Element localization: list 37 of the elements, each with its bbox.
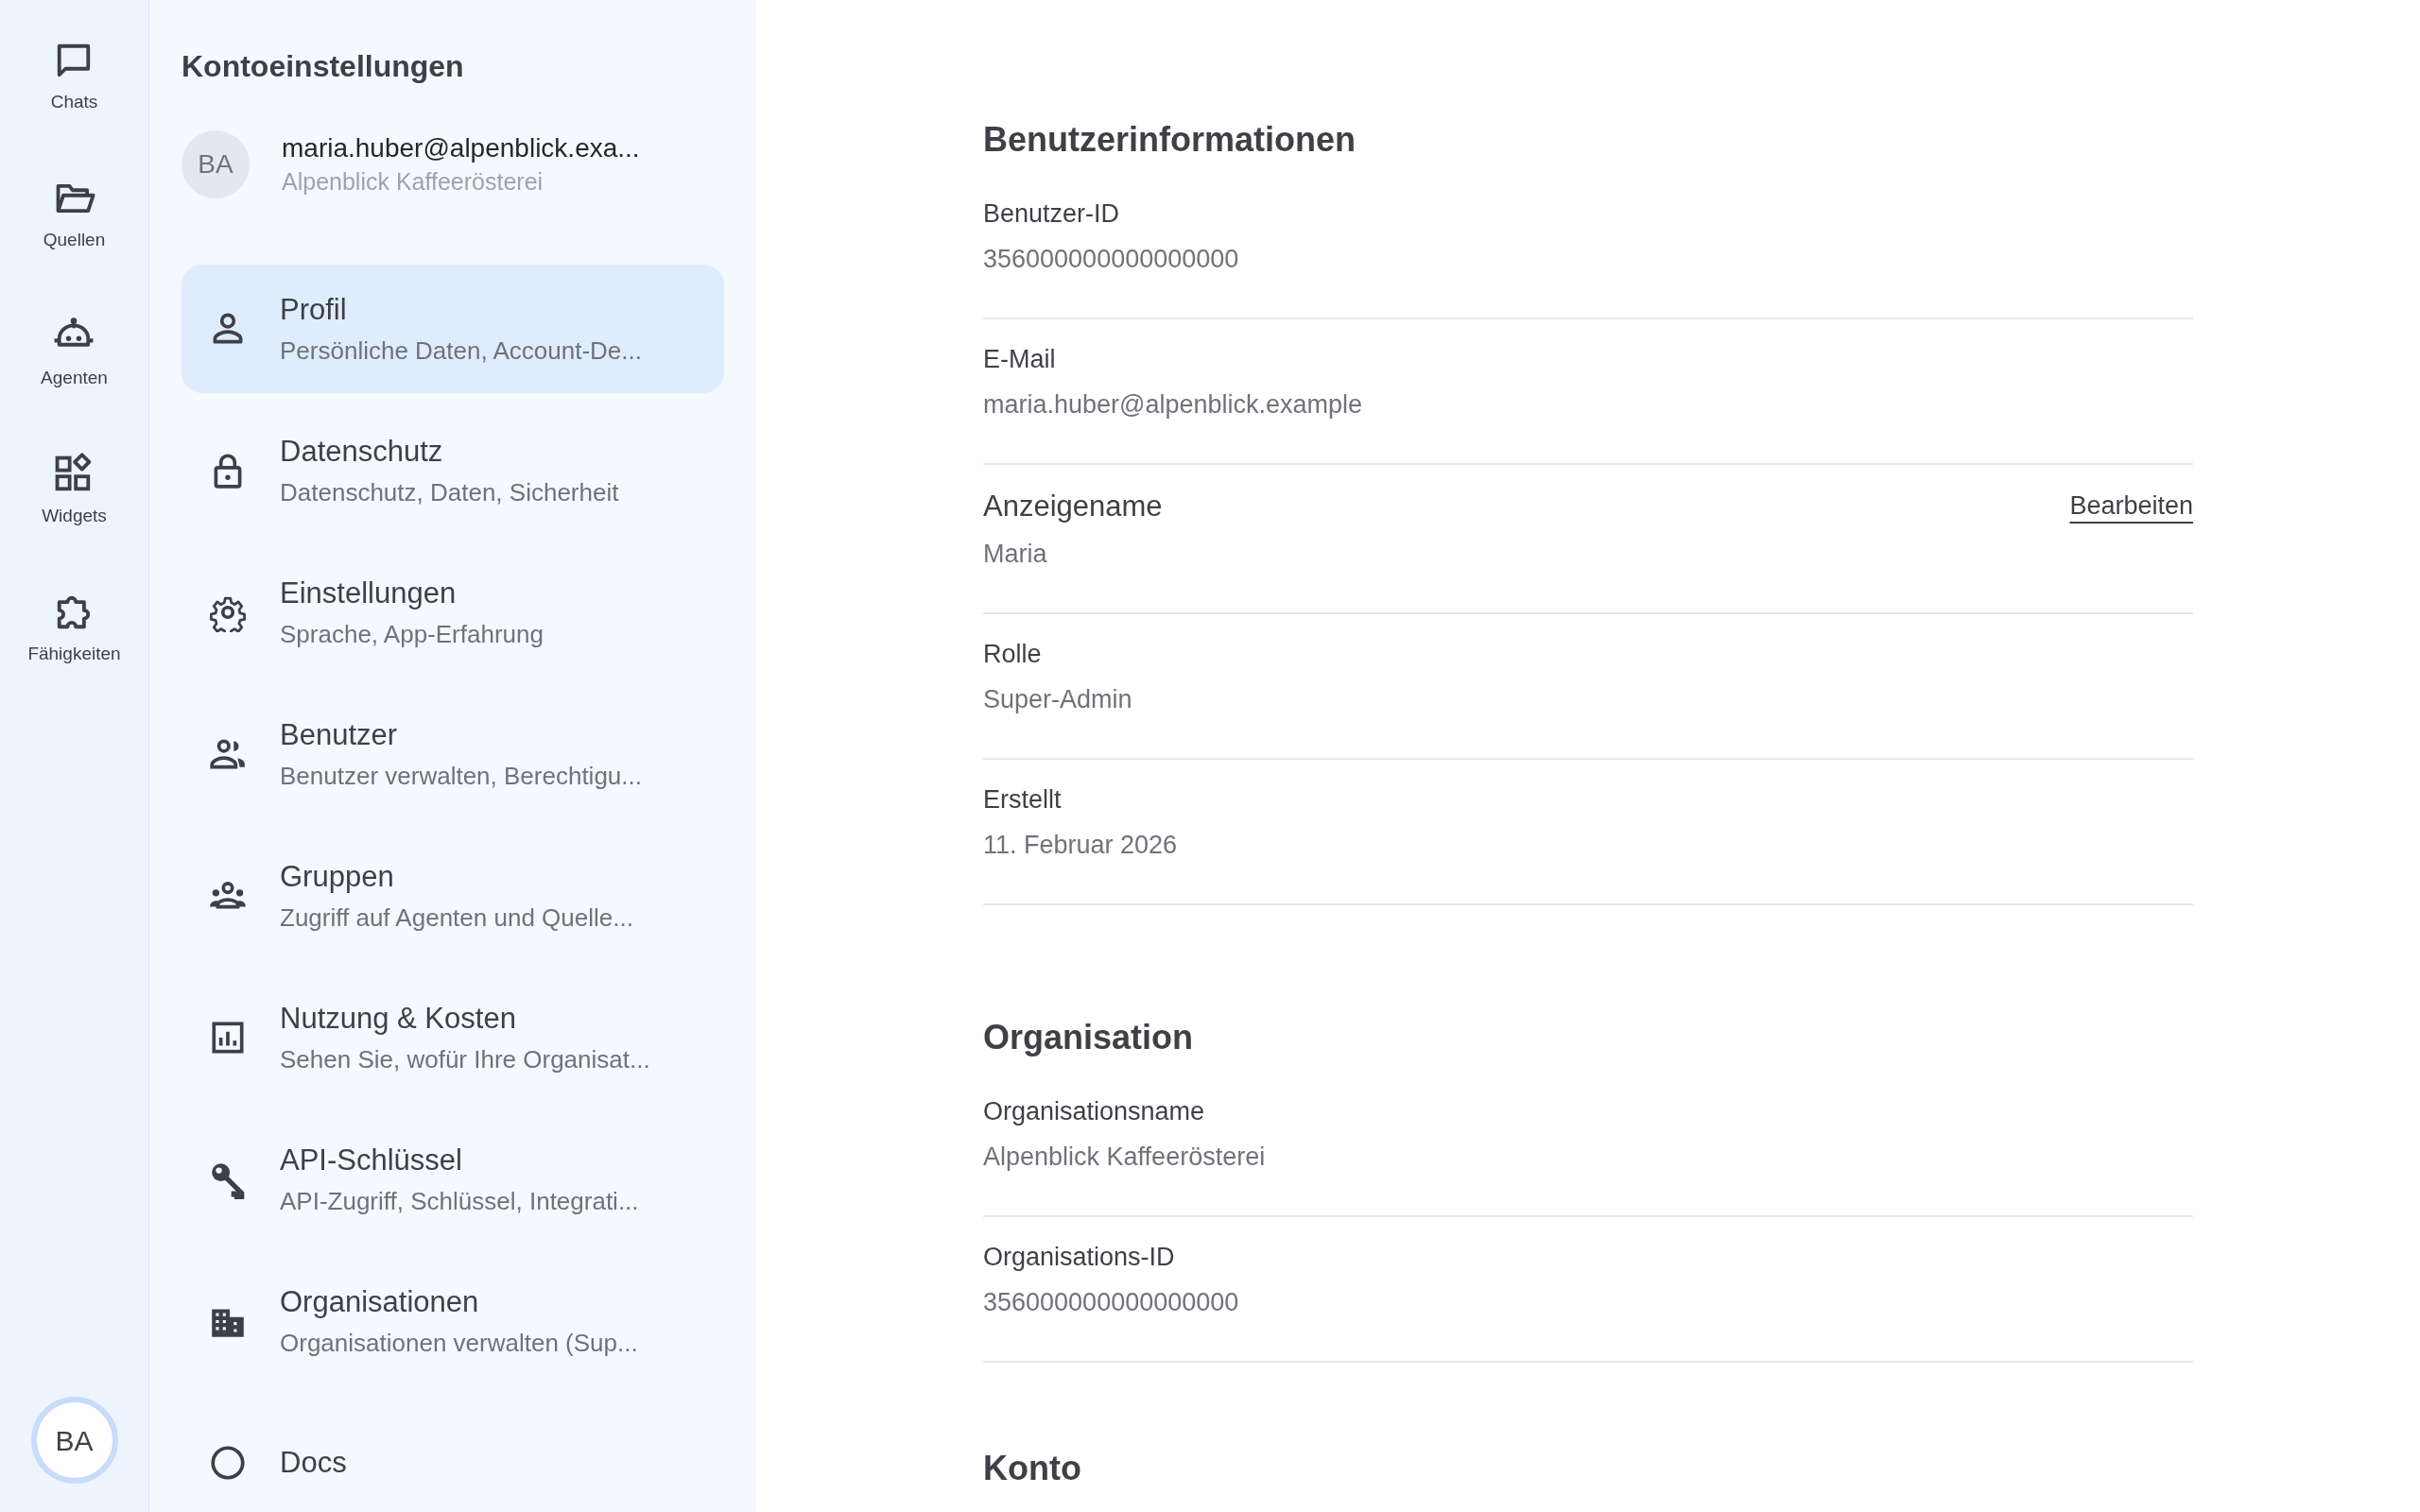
rail-nav-item[interactable]: Fähigkeiten: [27, 590, 121, 728]
field-value: Alpenblick Kaffeerösterei: [983, 1142, 1266, 1173]
settings-nav-item[interactable]: Datenschutz Datenschutz, Daten, Sicherheit: [182, 406, 724, 535]
rail-nav-item[interactable]: Widgets: [42, 452, 107, 590]
account-avatar: BA: [182, 130, 250, 198]
account-email: maria.huber@alpenblick.exa...: [282, 132, 640, 164]
field-label: Benutzer-ID: [983, 198, 1121, 230]
field-label: Anzeigename: [983, 489, 1163, 524]
field-label: Organisationsname: [983, 1096, 1206, 1127]
settings-nav-item[interactable]: Benutzer Benutzer verwalten, Berechtigu...: [182, 690, 724, 818]
user-avatar[interactable]: BA: [30, 1397, 118, 1484]
settings-nav-item[interactable]: API-Schlüssel API-Zugriff, Schlüssel, Integrati...: [182, 1115, 724, 1244]
section-heading: Organisation: [983, 1017, 1195, 1058]
settings-nav-item[interactable]: Profil Persönliche Daten, Account-De...: [182, 265, 724, 393]
field-value: Maria: [983, 539, 1048, 570]
field-value: 356000000000000000: [983, 1287, 1239, 1318]
settings-nav-item[interactable]: Docs: [182, 1399, 724, 1512]
rail-nav-item[interactable]: Chats: [50, 38, 98, 176]
rail-nav-item[interactable]: Agenten: [41, 314, 108, 452]
field-value: maria.huber@alpenblick.example: [983, 389, 1363, 421]
settings-nav-item[interactable]: Nutzung & Kosten Sehen Sie, wofür Ihre Organisat...: [182, 973, 724, 1102]
field-value: Super-Admin: [983, 684, 1132, 715]
field-label: Erstellt: [983, 784, 1063, 816]
field-label: E-Mail: [983, 344, 1057, 375]
section-heading: Benutzerinformationen: [983, 119, 1357, 161]
sidebar-title: Kontoeinstellungen: [182, 48, 465, 85]
edit-link[interactable]: Bearbeiten: [2069, 490, 2193, 522]
field-value: 356000000000000000: [983, 244, 1239, 275]
settings-nav-item[interactable]: Organisationen Organisationen verwalten (Sup...: [182, 1257, 724, 1385]
field-label: Organisations-ID: [983, 1242, 1176, 1273]
settings-nav-item[interactable]: Gruppen Zugriff auf Agenten und Quelle...: [182, 832, 724, 960]
rail-nav-item[interactable]: Quellen: [43, 176, 106, 314]
account-organization: Alpenblick Kaffeerösterei: [282, 167, 544, 197]
settings-nav-item[interactable]: Einstellungen Sprache, App-Erfahrung: [182, 548, 724, 677]
section-heading: Konto: [983, 1448, 1082, 1489]
field-label: Rolle: [983, 639, 1043, 670]
field-value: 11. Februar 2026: [983, 830, 1178, 861]
